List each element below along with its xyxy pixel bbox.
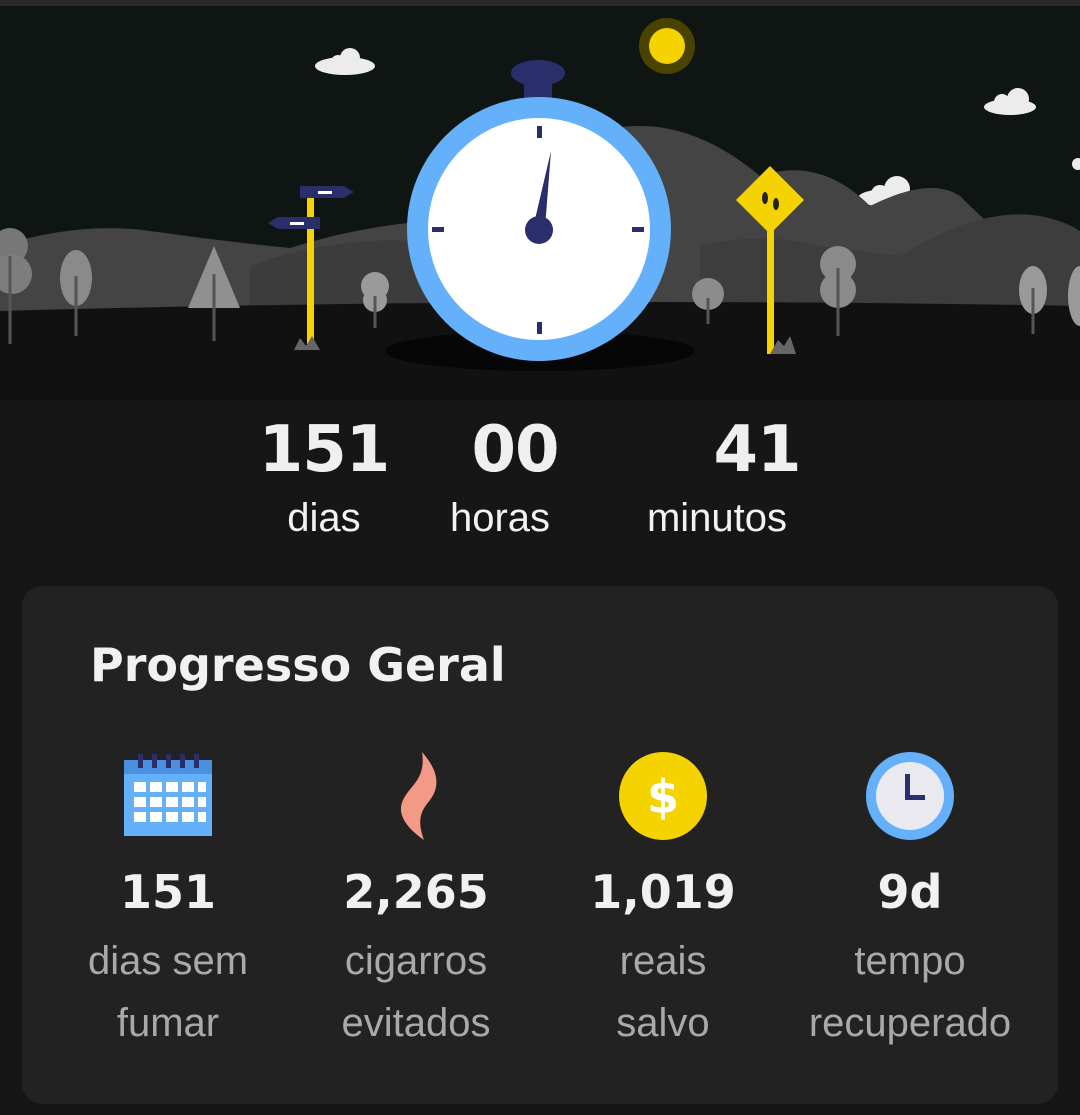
stat-label-line: fumar xyxy=(116,1001,220,1045)
timer-hours-label: horas xyxy=(449,496,551,540)
timer-hours: 00 horas xyxy=(430,410,570,546)
sun-icon xyxy=(649,28,685,64)
progress-title: Progresso Geral xyxy=(90,638,506,692)
timer-minutes-value: 41 xyxy=(713,413,801,487)
stat-money-saved: $ 1,019 reais salvo xyxy=(538,746,788,1054)
stat-label-line: tempo xyxy=(854,939,966,983)
timer-days-value: 151 xyxy=(258,413,391,487)
stat-label-line: recuperado xyxy=(808,1001,1012,1045)
stat-value: 9d xyxy=(877,865,943,919)
timer-days-label: dias xyxy=(287,496,361,540)
stat-label-line: reais xyxy=(619,939,707,983)
timer-hours-value: 00 xyxy=(471,413,559,487)
stat-value: 1,019 xyxy=(590,865,736,919)
dollar-coin-icon: $ xyxy=(538,746,788,846)
flame-icon xyxy=(291,746,541,846)
calendar-icon xyxy=(43,746,293,846)
stat-label-line: cigarros xyxy=(344,939,488,983)
stat-days-smoke-free: 151 dias sem fumar xyxy=(43,746,293,1054)
stat-value: 2,265 xyxy=(343,865,489,919)
quit-timer: 151 dias 00 horas 41 minutos xyxy=(0,410,1080,560)
stat-label: tempo recuperado xyxy=(785,930,1035,1054)
hero-illustration xyxy=(0,6,1080,400)
timer-minutes-label: minutos xyxy=(646,496,788,540)
stat-label: cigarros evitados xyxy=(291,930,541,1054)
stat-label: dias sem fumar xyxy=(43,930,293,1054)
stat-time-recovered: 9d tempo recuperado xyxy=(785,746,1035,1054)
timer-days: 151 dias xyxy=(254,410,394,546)
clock-icon xyxy=(785,746,1035,846)
timer-minutes: 41 minutos xyxy=(622,410,812,546)
stat-cigarettes-avoided: 2,265 cigarros evitados xyxy=(291,746,541,1054)
stat-label-line: salvo xyxy=(616,1001,710,1045)
landscape-scene xyxy=(0,6,1080,400)
stat-label-line: dias sem xyxy=(87,939,249,983)
svg-text:$: $ xyxy=(647,770,679,824)
stat-label: reais salvo xyxy=(538,930,788,1054)
progress-card: Progresso Geral 151 dias sem fumar 2,265… xyxy=(22,586,1058,1104)
stat-label-line: evitados xyxy=(341,1001,491,1045)
stat-value: 151 xyxy=(119,865,217,919)
